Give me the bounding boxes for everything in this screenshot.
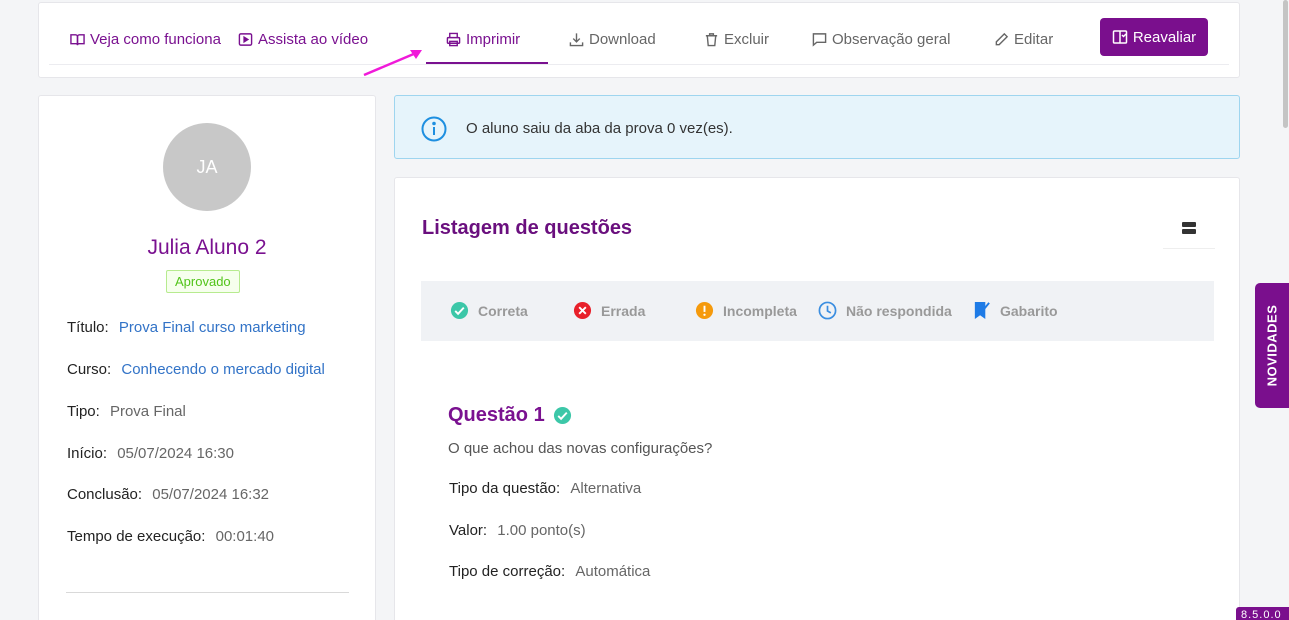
info-value: 05/07/2024 16:30: [117, 445, 234, 462]
status-legend: Correta Errada Incompleta Não respondida…: [421, 281, 1214, 341]
field-value: 1.00 ponto(s): [497, 522, 586, 539]
course-link[interactable]: Conhecendo o mercado digital: [121, 361, 324, 378]
field-value: Alternativa: [570, 480, 642, 497]
field-value: Automática: [575, 563, 651, 580]
info-row-course: Curso: Conhecendo o mercado digital: [67, 361, 325, 378]
info-label: Início: [67, 445, 103, 462]
general-note-label: Observação geral: [832, 30, 951, 48]
alert-message: O aluno saiu da aba da prova 0 vez(es).: [466, 120, 733, 137]
exclamation-circle-icon: [695, 301, 714, 320]
legend-label: Errada: [601, 302, 646, 319]
how-it-works-label: Veja como funciona: [90, 30, 221, 48]
questions-card: Listagem de questões Correta Errada Inco…: [394, 177, 1240, 620]
legend-label: Não respondida: [846, 302, 952, 319]
news-tab[interactable]: NOVIDADES: [1255, 283, 1289, 408]
layout-toggle-button[interactable]: [1163, 207, 1215, 249]
info-label: Conclusão: [67, 486, 138, 503]
scrollbar-thumb[interactable]: [1283, 0, 1288, 128]
exam-title-link[interactable]: Prova Final curso marketing: [119, 319, 306, 336]
printer-icon: [446, 32, 461, 46]
x-circle-icon: [573, 301, 592, 320]
download-label: Download: [589, 30, 656, 48]
field-label: Tipo da questão: [449, 480, 557, 497]
question-number: Questão 1: [448, 404, 545, 426]
info-value: Prova Final: [109, 403, 186, 420]
clock-icon: [818, 301, 837, 320]
student-summary-panel: JA Julia Aluno 2 Aprovado Título: Prova …: [38, 95, 376, 620]
legend-label: Correta: [478, 302, 528, 319]
questions-title: Listagem de questões: [422, 217, 633, 239]
edit-label: Editar: [1014, 30, 1054, 48]
question-field-value: Valor: 1.00 ponto(s): [449, 522, 586, 539]
trash-icon: [705, 32, 718, 46]
comment-icon: [812, 32, 827, 47]
info-row-title: Título: Prova Final curso marketing: [67, 319, 306, 336]
field-label: Valor: [449, 522, 483, 539]
question-title: Questão 1: [448, 404, 572, 427]
check-circle-icon: [450, 301, 469, 320]
pointer-arrow-annotation: [363, 50, 422, 77]
delete-button[interactable]: Excluir: [704, 27, 769, 51]
info-row-conclusion: Conclusão: 05/07/2024 16:32: [67, 486, 270, 503]
student-name: Julia Aluno 2: [147, 236, 267, 259]
video-play-icon: [238, 32, 253, 46]
question-field-correction: Tipo de correção: Automática: [449, 563, 651, 580]
legend-unanswered: Não respondida: [818, 301, 952, 320]
action-toolbar: Veja como funciona Assista ao vídeo Impr…: [38, 2, 1240, 78]
toolbar-divider: [49, 64, 1229, 65]
legend-wrong: Errada: [573, 301, 645, 320]
page-scrollbar[interactable]: [1282, 0, 1289, 160]
watch-video-link[interactable]: Assista ao vídeo: [238, 27, 368, 51]
download-button[interactable]: Download: [569, 27, 656, 51]
reevaluate-button[interactable]: Reavaliar: [1100, 18, 1208, 56]
list-view-icon: [1182, 221, 1196, 234]
correct-check-icon: [553, 406, 571, 425]
info-value: 00:01:40: [215, 528, 274, 545]
legend-label: Gabarito: [1000, 302, 1058, 319]
info-value: 05/07/2024 16:32: [152, 486, 270, 503]
reevaluate-label: Reavaliar: [1132, 28, 1197, 46]
info-row-duration: Tempo de execução: 00:01:40: [67, 528, 274, 545]
info-label: Tipo: [67, 403, 96, 420]
legend-label: Incompleta: [723, 302, 797, 319]
question-field-type: Tipo da questão: Alternativa: [449, 480, 642, 497]
reevaluate-book-icon: [1112, 30, 1128, 44]
legend-answer-key: Gabarito: [972, 301, 1058, 320]
info-row-type: Tipo: Prova Final: [67, 403, 186, 420]
info-label: Tempo de execução: [67, 528, 202, 545]
bookmark-check-icon: [974, 301, 990, 320]
how-it-works-link[interactable]: Veja como funciona: [70, 27, 221, 51]
info-row-start: Início: 05/07/2024 16:30: [67, 445, 234, 462]
info-label: Curso: [67, 361, 108, 378]
legend-correct: Correta: [450, 301, 528, 320]
print-label: Imprimir: [466, 30, 521, 48]
status-badge: Aprovado: [166, 270, 240, 293]
news-label: NOVIDADES: [1264, 304, 1280, 387]
panel-divider: [66, 592, 349, 593]
legend-incomplete: Incompleta: [695, 301, 797, 320]
pencil-icon: [995, 32, 1009, 45]
download-icon: [569, 32, 584, 46]
watch-video-label: Assista ao vídeo: [258, 30, 369, 48]
info-label: Título: [67, 319, 105, 336]
version-badge: 8.5.0.0: [1236, 607, 1289, 620]
open-book-icon: [70, 33, 85, 45]
print-button[interactable]: Imprimir: [446, 27, 520, 51]
edit-button[interactable]: Editar: [994, 27, 1053, 51]
question-text: O que achou das novas configurações?: [448, 440, 713, 457]
tab-exit-alert: O aluno saiu da aba da prova 0 vez(es).: [394, 95, 1240, 159]
field-label: Tipo de correção: [449, 563, 562, 580]
delete-label: Excluir: [724, 30, 770, 48]
general-note-button[interactable]: Observação geral: [812, 27, 950, 51]
avatar: JA: [163, 123, 251, 211]
info-icon: [421, 116, 447, 142]
